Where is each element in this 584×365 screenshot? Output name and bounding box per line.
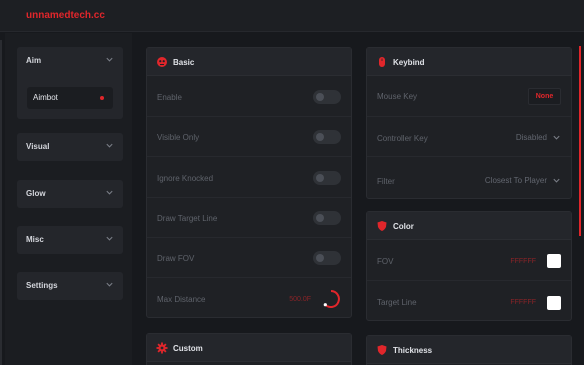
sidebar-item-aim[interactable]: Aim [17,47,123,75]
panel-header: Thickness [367,336,571,364]
toggle-knob [316,133,324,141]
controller-key-dropdown[interactable]: Disabled [501,131,561,145]
mouse-key-button[interactable]: None [528,88,561,105]
sidebar-item-misc[interactable]: Misc [17,226,123,254]
panel-title: Basic [173,58,195,67]
sidebar: Aim Aimbot Visual Glow Misc Settings [5,33,132,365]
setting-label: Ignore Knocked [157,174,214,183]
setting-label: Filter [377,177,395,186]
chevron-down-icon [106,236,113,241]
chevron-down-icon [106,143,113,148]
visible-only-toggle[interactable] [313,130,341,144]
ignore-knocked-toggle[interactable] [313,171,341,185]
target-line-color-hex: FFFFFF [510,299,536,306]
title-bar: unnamedtech.cc [0,0,584,32]
color-panel: Color FOV FFFFFF Target Line FFFFFF [366,211,572,321]
setting-row-max-distance: Max Distance 500.0F [147,279,351,319]
scrollbar[interactable] [579,46,581,236]
shield-icon [377,221,387,231]
sidebar-subitem-aimbot[interactable]: Aimbot [27,87,113,109]
basic-panel: Basic Enable Visible Only Ignore Knocked… [146,47,352,318]
keybind-panel: Keybind Mouse Key None Controller Key Di… [366,47,572,199]
setting-row-fov-color: FOV FFFFFF [367,241,571,281]
mouse-key-value: None [535,93,554,100]
panel-title: Color [393,222,414,231]
panel-header: Custom [147,334,351,362]
setting-label: Draw FOV [157,254,195,263]
max-distance-value: 500.0F [289,296,311,303]
setting-row-target-line-color: Target Line FFFFFF [367,281,571,321]
sidebar-subitem-label: Aimbot [33,93,58,102]
fov-color-hex: FFFFFF [510,258,536,265]
target-line-color-swatch[interactable] [547,296,561,310]
window-edge [0,40,2,365]
sidebar-item-label: Glow [26,189,46,198]
controller-key-value: Disabled [515,133,547,142]
app-title: unnamedtech.cc [26,10,105,21]
setting-row-controller-key: Controller Key Disabled [367,117,571,157]
setting-label: Draw Target Line [157,214,218,223]
sidebar-item-label: Aim [26,56,42,65]
chevron-down-icon [106,282,113,287]
sidebar-group-aim: Aim Aimbot [17,47,123,119]
shield-icon [377,345,387,355]
panel-header: Color [367,212,571,240]
panel-header: Keybind [367,48,571,76]
chevron-down-icon [106,190,113,195]
setting-label: Visible Only [157,133,200,142]
setting-label: Enable [157,93,182,102]
sidebar-item-glow[interactable]: Glow [17,180,123,208]
setting-row-visible-only: Visible Only [147,117,351,157]
thickness-panel: Thickness [366,335,572,365]
chevron-down-icon [553,135,560,140]
target-icon [157,57,167,67]
setting-label: Target Line [377,298,417,307]
max-distance-knob[interactable] [321,289,341,309]
sidebar-item-visual[interactable]: Visual [17,133,123,161]
mouse-icon [379,57,385,67]
sidebar-item-label: Settings [26,281,58,290]
custom-panel: Custom [146,333,352,365]
setting-label: Controller Key [377,134,428,143]
chevron-down-icon [106,57,113,62]
setting-row-mouse-key: Mouse Key None [367,77,571,117]
toggle-knob [316,214,324,222]
gear-icon [156,342,168,354]
toggle-knob [316,174,324,182]
sidebar-item-label: Misc [26,235,44,244]
chevron-down-icon [553,178,560,183]
setting-row-draw-fov: Draw FOV [147,238,351,278]
setting-row-filter: Filter Closest To Player [367,158,571,198]
setting-label: FOV [377,257,394,266]
setting-label: Mouse Key [377,92,418,101]
filter-dropdown[interactable]: Closest To Player [471,174,561,188]
toggle-knob [316,254,324,262]
sidebar-item-settings[interactable]: Settings [17,272,123,300]
draw-fov-toggle[interactable] [313,251,341,265]
panel-title: Keybind [393,58,425,67]
enable-toggle[interactable] [313,90,341,104]
fov-color-swatch[interactable] [547,254,561,268]
panel-title: Custom [173,344,203,353]
setting-row-enable: Enable [147,77,351,117]
setting-row-ignore-knocked: Ignore Knocked [147,158,351,198]
draw-target-line-toggle[interactable] [313,211,341,225]
toggle-knob [316,93,324,101]
setting-label: Max Distance [157,295,206,304]
panel-title: Thickness [393,346,433,355]
sidebar-item-label: Visual [26,142,50,151]
filter-value: Closest To Player [484,176,547,185]
setting-row-draw-target-line: Draw Target Line [147,198,351,238]
active-dot-icon [100,96,104,100]
panel-header: Basic [147,48,351,76]
